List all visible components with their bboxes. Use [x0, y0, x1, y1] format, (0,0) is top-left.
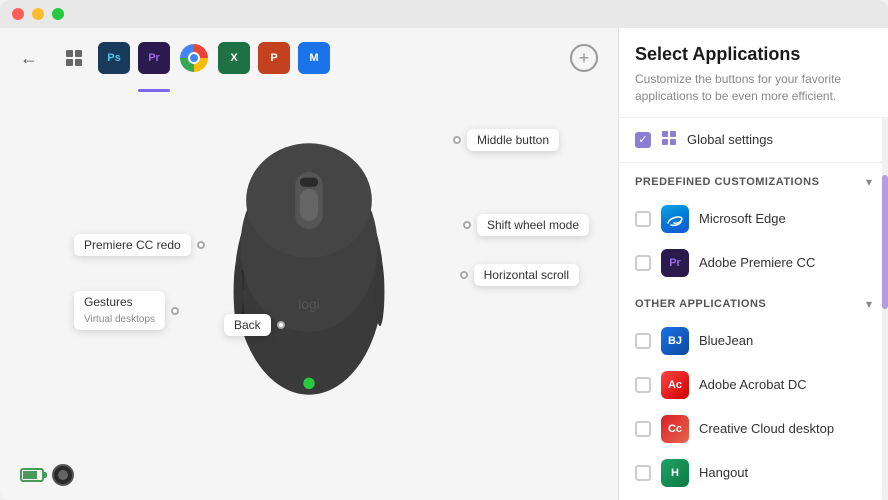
global-settings-row[interactable]: Global settings: [619, 118, 888, 163]
callout-horizontal-scroll: Horizontal scroll: [460, 264, 579, 286]
edge-name: Microsoft Edge: [699, 211, 786, 226]
main-window: ← Ps Pr: [0, 0, 888, 500]
scrollbar-track: [882, 118, 888, 500]
bluejean-name: BlueJean: [699, 333, 753, 348]
callout-premiere-redo: Premiere CC redo: [74, 234, 205, 256]
predefined-chevron[interactable]: ▾: [866, 175, 872, 189]
acrobat-name: Adobe Acrobat DC: [699, 377, 807, 392]
predefined-section-title: PREDEFINED CUSTOMIZATIONS: [635, 176, 819, 188]
tab-meet[interactable]: M: [298, 42, 330, 74]
maximize-button[interactable]: [52, 8, 64, 20]
edge-checkbox[interactable]: [635, 211, 651, 227]
left-panel: ← Ps Pr: [0, 28, 618, 500]
cc-icon: Cc: [661, 415, 689, 443]
scrollbar-thumb[interactable]: [882, 175, 888, 309]
mouse-diagram: logi Middle button: [169, 109, 449, 429]
app-tabs: Ps Pr X P: [58, 42, 558, 74]
app-item-edge[interactable]: Microsoft Edge: [619, 197, 888, 241]
mouse-area: logi Middle button: [0, 88, 618, 450]
logitech-dot: [58, 470, 68, 480]
callout-dot-horiz: [460, 271, 468, 279]
global-settings-checkbox[interactable]: [635, 132, 651, 148]
hangout-name: Hangout: [699, 465, 748, 480]
callout-back: Back: [224, 314, 285, 336]
titlebar: [0, 0, 888, 28]
app-item-premiere[interactable]: Pr Adobe Premiere CC: [619, 241, 888, 285]
callout-dot-premiere: [197, 241, 205, 249]
cc-name: Creative Cloud desktop: [699, 421, 834, 436]
acrobat-checkbox[interactable]: [635, 377, 651, 393]
callout-dot-gestures: [171, 307, 179, 315]
right-panel: Select Applications Customize the button…: [618, 28, 888, 500]
panel-title: Select Applications: [635, 44, 872, 65]
callout-dot-middle: [453, 136, 461, 144]
callout-dot-shift: [463, 221, 471, 229]
callout-gestures-label: Gestures Virtual desktops: [74, 291, 165, 330]
svg-text:logi: logi: [298, 297, 319, 312]
callout-horiz-label: Horizontal scroll: [474, 264, 579, 286]
global-settings-label: Global settings: [687, 132, 872, 147]
main-content: ← Ps Pr: [0, 28, 888, 500]
callout-shift-wheel: Shift wheel mode: [463, 214, 589, 236]
tab-excel[interactable]: X: [218, 42, 250, 74]
logitech-icon: [52, 464, 74, 486]
close-button[interactable]: [12, 8, 24, 20]
battery-icon: [20, 468, 44, 482]
app-item-hangout[interactable]: H Hangout: [619, 451, 888, 495]
bluejean-icon: BJ: [661, 327, 689, 355]
other-section-header: OTHER APPLICATIONS ▾: [619, 285, 888, 319]
callout-premiere-label: Premiere CC redo: [74, 234, 191, 256]
other-chevron[interactable]: ▾: [866, 297, 872, 311]
edge-icon: [661, 205, 689, 233]
back-button[interactable]: ←: [20, 48, 38, 69]
premiere-name: Adobe Premiere CC: [699, 255, 815, 270]
callout-middle-button: Middle button: [453, 129, 559, 151]
premiere-checkbox[interactable]: [635, 255, 651, 271]
app-item-acrobat[interactable]: Ac Adobe Acrobat DC: [619, 363, 888, 407]
premiere-icon: Pr: [661, 249, 689, 277]
callout-gestures: Gestures Virtual desktops: [74, 291, 179, 330]
callout-back-label: Back: [224, 314, 271, 336]
panel-subtitle: Customize the buttons for your favorite …: [635, 71, 872, 105]
hangout-icon: H: [661, 459, 689, 487]
hangout-checkbox[interactable]: [635, 465, 651, 481]
tab-photoshop[interactable]: Ps: [98, 42, 130, 74]
other-section-title: OTHER APPLICATIONS: [635, 298, 766, 310]
battery-tip: [44, 472, 47, 478]
tab-all-apps[interactable]: [58, 42, 90, 74]
panel-body-container: Global settings PREDEFINED CUSTOMIZATION…: [619, 118, 888, 500]
callout-middle-label: Middle button: [467, 129, 559, 151]
callout-shift-label: Shift wheel mode: [477, 214, 589, 236]
status-bar: [0, 450, 618, 500]
callout-dot-back: [277, 321, 285, 329]
chrome-inner: [188, 52, 200, 64]
tab-chrome[interactable]: [178, 42, 210, 74]
app-item-bluejean[interactable]: BJ BlueJean: [619, 319, 888, 363]
toolbar: ← Ps Pr: [0, 28, 618, 88]
panel-body[interactable]: Global settings PREDEFINED CUSTOMIZATION…: [619, 118, 888, 500]
tab-premiere[interactable]: Pr: [138, 42, 170, 74]
add-app-button[interactable]: +: [570, 44, 598, 72]
chrome-icon: [180, 44, 208, 72]
predefined-section-header: PREDEFINED CUSTOMIZATIONS ▾: [619, 163, 888, 197]
app-item-itunes[interactable]: ♪ Itunes: [619, 495, 888, 500]
global-settings-grid-icon: [661, 130, 677, 150]
panel-header: Select Applications Customize the button…: [619, 28, 888, 118]
tab-powerpoint[interactable]: P: [258, 42, 290, 74]
acrobat-icon: Ac: [661, 371, 689, 399]
mouse-illustration: logi: [169, 109, 449, 429]
app-item-cc[interactable]: Cc Creative Cloud desktop: [619, 407, 888, 451]
battery-level: [23, 471, 37, 479]
bluejean-checkbox[interactable]: [635, 333, 651, 349]
tab-premiere-container: Pr: [138, 42, 170, 74]
minimize-button[interactable]: [32, 8, 44, 20]
cc-checkbox[interactable]: [635, 421, 651, 437]
